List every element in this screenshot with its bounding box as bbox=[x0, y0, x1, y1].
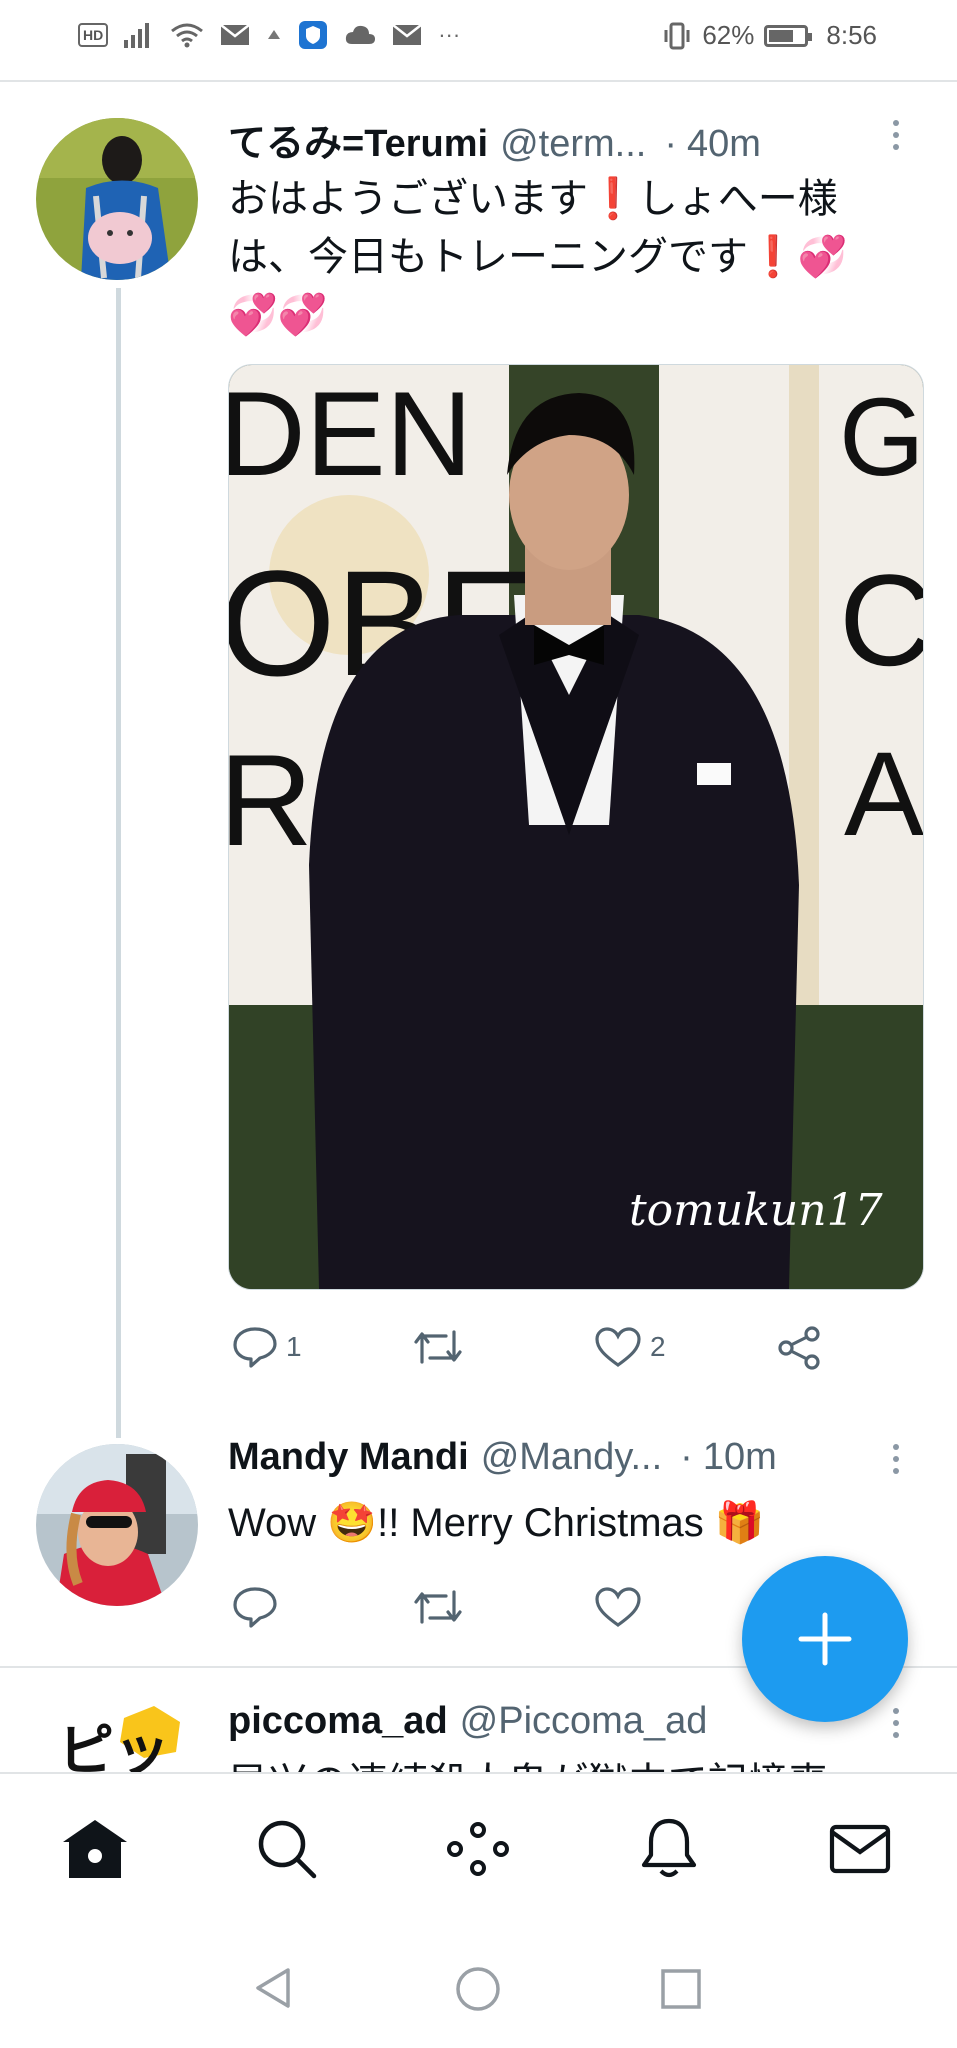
status-right: 62% 8:56 bbox=[662, 20, 877, 51]
search-icon bbox=[258, 1820, 317, 1879]
user-handle[interactable]: @Mandy... bbox=[481, 1436, 662, 1479]
tweet-time[interactable]: 40m bbox=[687, 123, 761, 166]
home-circle-icon[interactable] bbox=[455, 1966, 501, 2012]
signal-icon bbox=[124, 23, 150, 48]
share-icon bbox=[778, 1326, 820, 1370]
wifi-icon bbox=[171, 23, 204, 48]
like-button[interactable]: 2 bbox=[594, 1326, 666, 1368]
share-button[interactable] bbox=[776, 1326, 822, 1370]
bottom-navigation bbox=[0, 1772, 957, 1922]
back-icon[interactable] bbox=[252, 1966, 292, 2010]
nav-messages[interactable] bbox=[825, 1814, 895, 1884]
tweet-time[interactable]: 10m bbox=[703, 1436, 777, 1479]
thread-line bbox=[116, 288, 121, 1438]
user-handle[interactable]: @Piccoma_ad bbox=[460, 1700, 708, 1743]
tweet-text-line: 💞💞 bbox=[228, 293, 328, 337]
tweet-text-partial: 异兴の連続殺人鬼が獄中で記憶喪 bbox=[228, 1754, 928, 1774]
tweet-text: Wow 🤩!! Merry Christmas 🎁 bbox=[228, 1501, 765, 1545]
status-left-icons: HD ··· bbox=[78, 20, 460, 50]
separator-dot: · bbox=[664, 123, 677, 165]
retweet-button[interactable] bbox=[412, 1326, 472, 1368]
top-divider bbox=[0, 80, 957, 82]
nav-search[interactable] bbox=[252, 1814, 322, 1884]
like-button[interactable] bbox=[594, 1586, 650, 1628]
home-icon bbox=[63, 1820, 127, 1878]
reply-count: 1 bbox=[286, 1331, 302, 1362]
retweet-icon bbox=[414, 1330, 462, 1364]
compose-tweet-button[interactable] bbox=[742, 1556, 908, 1722]
nav-notifications[interactable] bbox=[634, 1814, 704, 1884]
nav-spaces[interactable] bbox=[443, 1814, 513, 1884]
mail-icon bbox=[220, 24, 251, 45]
mail-icon-2 bbox=[392, 24, 423, 45]
cloud-icon bbox=[346, 25, 376, 44]
clock-time: 8:56 bbox=[826, 20, 877, 50]
nav-home[interactable] bbox=[60, 1814, 130, 1884]
status-bar: HD ··· 62% 8:56 bbox=[0, 0, 957, 80]
piccoma-logo-text: ピッ bbox=[58, 1719, 170, 1772]
like-count: 2 bbox=[650, 1331, 666, 1362]
tweet-text: おはようございます❗しょへー様 は、今日もトレーニングです❗💞 💞💞 bbox=[228, 170, 928, 344]
messages-icon bbox=[829, 1824, 891, 1874]
separator-dot: · bbox=[680, 1436, 693, 1478]
display-name[interactable]: てるみ=Terumi bbox=[228, 112, 488, 167]
svg-text:R: R bbox=[229, 727, 313, 873]
battery-icon bbox=[764, 24, 813, 47]
more-options-icon[interactable] bbox=[893, 1708, 899, 1744]
tweet-photo[interactable]: DEN OBE R G C A tomukun17 bbox=[228, 364, 924, 1290]
more-options-icon[interactable] bbox=[893, 120, 899, 156]
heart-icon bbox=[595, 1587, 641, 1627]
system-navigation-bar bbox=[0, 1920, 957, 2048]
shield-app-icon bbox=[299, 21, 328, 49]
reply-button[interactable]: 1 bbox=[232, 1326, 302, 1368]
heart-icon bbox=[595, 1327, 641, 1367]
svg-text:DEN: DEN bbox=[229, 367, 472, 501]
tweet-header: piccoma_ad @Piccoma_ad bbox=[228, 1700, 707, 1743]
user-handle[interactable]: @term... bbox=[500, 123, 646, 166]
spaces-icon bbox=[447, 1822, 509, 1876]
display-name[interactable]: piccoma_ad bbox=[228, 1700, 448, 1743]
notifications-icon bbox=[641, 1818, 697, 1878]
svg-text:A: A bbox=[844, 727, 923, 861]
tweet-text-line: は、今日もトレーニングです❗💞 bbox=[228, 235, 848, 279]
recents-icon[interactable] bbox=[660, 1968, 702, 2010]
battery-percent: 62% bbox=[702, 20, 755, 50]
tweet-text-line: おはようございます❗しょへー様 bbox=[228, 177, 838, 221]
retweet-button[interactable] bbox=[412, 1586, 472, 1628]
reply-button[interactable] bbox=[232, 1586, 286, 1628]
vibrate-icon bbox=[664, 22, 690, 49]
reply-icon bbox=[233, 1327, 277, 1368]
notification-small-icon bbox=[268, 30, 281, 39]
avatar-terumi[interactable] bbox=[36, 118, 198, 280]
retweet-icon bbox=[414, 1590, 462, 1624]
reply-icon bbox=[233, 1587, 277, 1628]
plus-icon bbox=[798, 1612, 852, 1666]
hd-badge: HD bbox=[78, 23, 109, 47]
more-notifications: ··· bbox=[438, 22, 461, 47]
photo-watermark: tomukun17 bbox=[629, 1185, 883, 1236]
avatar-mandy[interactable] bbox=[36, 1444, 198, 1606]
tweet-header: Mandy Mandi @Mandy... · 10m bbox=[228, 1436, 777, 1479]
tweet-header: てるみ=Terumi @term... · 40m bbox=[228, 112, 761, 167]
svg-text:G: G bbox=[839, 376, 923, 499]
svg-text:C: C bbox=[839, 547, 923, 693]
more-options-icon[interactable] bbox=[893, 1444, 899, 1480]
display-name[interactable]: Mandy Mandi bbox=[228, 1436, 469, 1479]
